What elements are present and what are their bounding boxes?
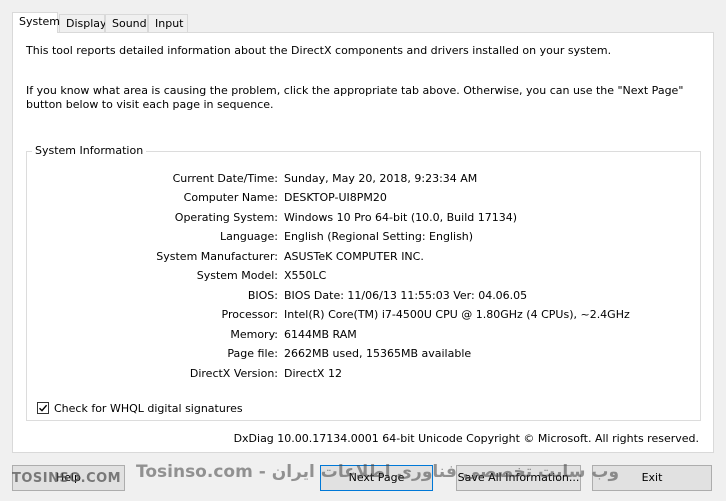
tab-display[interactable]: Display: [59, 14, 107, 32]
row-label: Computer Name:: [183, 191, 278, 204]
row-value: Windows 10 Pro 64-bit (10.0, Build 17134…: [284, 211, 518, 224]
row-value: DirectX 12: [284, 367, 342, 380]
row-value: 6144MB RAM: [284, 328, 357, 341]
tab-sound[interactable]: Sound: [105, 14, 148, 32]
row-value: Intel(R) Core(TM) i7-4500U CPU @ 1.80GHz…: [284, 308, 630, 321]
row-value: English (Regional Setting: English): [284, 230, 474, 243]
group-title: System Information: [32, 144, 147, 157]
tab-input[interactable]: Input: [148, 14, 188, 32]
row-label: Page file:: [227, 347, 278, 360]
row-label: DirectX Version:: [189, 367, 278, 380]
row-label: Operating System:: [174, 211, 278, 224]
checkmark-icon: [39, 404, 48, 412]
row-label: System Manufacturer:: [156, 250, 278, 263]
row-value: Sunday, May 20, 2018, 9:23:34 AM: [284, 172, 478, 185]
row-value: DESKTOP-UI8PM20: [284, 191, 387, 204]
row-value: X550LC: [284, 269, 327, 282]
row-label: Processor:: [221, 308, 279, 321]
copyright-text: DxDiag 10.00.17134.0001 64-bit Unicode C…: [233, 432, 699, 445]
row-label: Current Date/Time:: [172, 172, 278, 185]
whql-label: Check for WHQL digital signatures: [54, 402, 243, 415]
row-value: ASUSTeK COMPUTER INC.: [284, 250, 424, 263]
watermark-banner: وب سایت تخصصی فناوری اطلاعات ایران - Tos…: [136, 462, 620, 482]
row-value: BIOS Date: 11/06/13 11:55:03 Ver: 04.06.…: [284, 289, 528, 302]
system-information-group: System Information Current Date/Time: Co…: [26, 144, 701, 421]
intro-text-2: If you know what area is causing the pro…: [26, 84, 684, 111]
tab-panel: This tool reports detailed information a…: [12, 32, 714, 453]
row-label: Language:: [220, 230, 278, 243]
whql-checkbox[interactable]: [37, 402, 49, 414]
tab-system[interactable]: System: [12, 12, 60, 33]
row-label: BIOS:: [247, 289, 278, 302]
watermark-logo-text: TOSINSO.COM: [12, 471, 122, 486]
row-label: System Model:: [196, 269, 278, 282]
row-value: 2662MB used, 15365MB available: [284, 347, 472, 360]
row-label: Memory:: [230, 328, 278, 341]
intro-text-1: This tool reports detailed information a…: [26, 44, 612, 57]
